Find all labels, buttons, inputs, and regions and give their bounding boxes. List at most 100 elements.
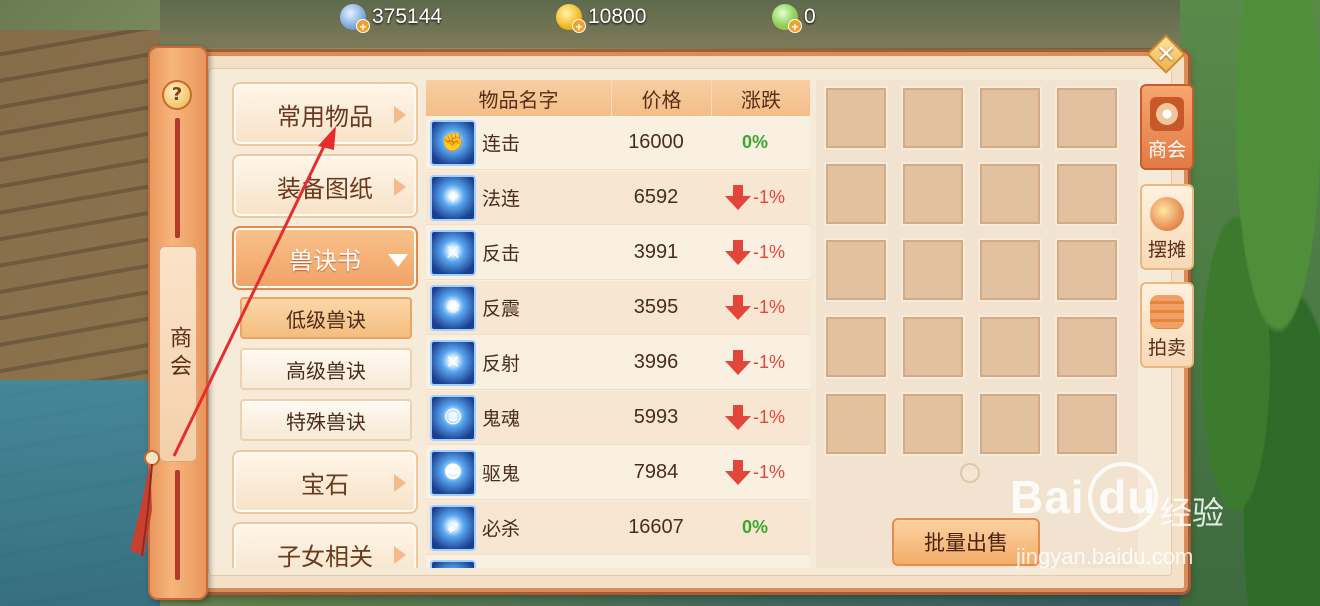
menu-beast-books[interactable]: 兽诀书: [232, 226, 418, 290]
menu-equipment-blueprints[interactable]: 装备图纸: [232, 154, 418, 218]
item-change: -1%: [706, 184, 804, 211]
inventory-slot[interactable]: [978, 315, 1042, 379]
menu-children-label: 子女相关: [277, 542, 373, 569]
table-row[interactable]: ⚔ 反击 3991 -1%: [426, 226, 810, 280]
skill-counter-icon: ⚔: [430, 229, 476, 276]
inventory-slot[interactable]: [824, 162, 888, 226]
item-change: -1%: [706, 404, 804, 431]
inventory-slot[interactable]: [901, 238, 965, 302]
help-button[interactable]: ?: [162, 80, 192, 110]
item-name: 连击: [482, 133, 521, 155]
inventory-slot[interactable]: [824, 315, 888, 379]
change-value: -1%: [752, 242, 785, 262]
tab-auction-label: 拍卖: [1147, 337, 1186, 359]
tab-shop-label: 商会: [1147, 139, 1186, 161]
item-change: -1%: [706, 239, 804, 266]
menu-children[interactable]: 子女相关: [232, 522, 418, 568]
tab-auction[interactable]: 拍卖: [1140, 282, 1194, 368]
coin-stack-icon: [1150, 295, 1184, 329]
scroll-rope: [175, 470, 180, 580]
table-row[interactable]: ➶ 必杀 16607 0%: [426, 501, 810, 555]
currency-gold-value: 10800: [588, 5, 647, 28]
inventory-slot[interactable]: [978, 162, 1042, 226]
skill-shock-icon: ✺: [430, 284, 476, 331]
table-row[interactable]: ✊ 连击 16000 0%: [426, 116, 810, 170]
jade-coin-icon: +: [772, 4, 802, 34]
tab-shop[interactable]: 商会: [1140, 84, 1194, 170]
page-indicator-dot: [960, 463, 980, 483]
change-value: -1%: [752, 352, 785, 372]
item-name: 必杀: [482, 518, 521, 540]
inventory-slot[interactable]: [1055, 238, 1119, 302]
arrow-down-icon: [724, 239, 751, 266]
skill-magic-combo-icon: ✦: [430, 174, 476, 221]
menu-equipment-label: 装备图纸: [277, 174, 373, 203]
menu-common-items[interactable]: 常用物品: [232, 82, 418, 146]
menu-common-label: 常用物品: [277, 102, 373, 131]
table-header: 物品名字 价格 涨跌: [426, 80, 810, 116]
arrow-down-icon: [724, 349, 751, 376]
scroll-rope: [175, 118, 180, 238]
close-icon: ✕: [1155, 40, 1177, 68]
inventory-slot[interactable]: [901, 392, 965, 456]
inventory-slot[interactable]: [824, 392, 888, 456]
item-price: 16607: [628, 516, 684, 538]
inventory-slot[interactable]: [1055, 162, 1119, 226]
inventory-slot[interactable]: [901, 86, 965, 150]
currency-jade-value: 0: [804, 5, 816, 28]
header-price: 价格: [612, 80, 712, 116]
close-button[interactable]: ✕: [1146, 34, 1186, 74]
item-change: 0%: [706, 517, 804, 538]
item-price: 16000: [628, 131, 684, 153]
table-row[interactable]: ✦ 法连 6592 -1%: [426, 171, 810, 225]
baidu-watermark: Bai du 经验 jingyan.baidu.com: [1010, 462, 1260, 582]
tassel-decoration: [130, 450, 160, 557]
inventory-slot[interactable]: [901, 162, 965, 226]
header-item-name: 物品名字: [426, 80, 612, 116]
skill-critical-icon: ➶: [430, 504, 476, 551]
inventory-slot[interactable]: [1055, 86, 1119, 150]
submenu-high-level[interactable]: 高级兽诀: [240, 348, 412, 390]
change-value: 0%: [741, 517, 768, 537]
background-scenery-top: [160, 0, 1180, 48]
watermark-logo: Bai du: [1010, 471, 1157, 523]
table-row[interactable]: [426, 556, 810, 568]
category-menu: 常用物品 装备图纸 兽诀书 低级兽诀 高级兽诀 特殊兽诀 宝石 子女相关: [232, 80, 420, 568]
inventory-slot[interactable]: [901, 315, 965, 379]
add-icon[interactable]: +: [788, 19, 802, 34]
chevron-right-icon: [394, 546, 406, 564]
item-price: 3595: [633, 296, 679, 318]
menu-gems-label: 宝石: [301, 470, 349, 499]
add-icon[interactable]: +: [356, 19, 370, 34]
submenu-special[interactable]: 特殊兽诀: [240, 399, 412, 441]
table-row[interactable]: ☻ 驱鬼 7984 -1%: [426, 446, 810, 500]
inventory-slot[interactable]: [978, 238, 1042, 302]
tab-stall[interactable]: 摆摊: [1140, 184, 1194, 270]
table-row[interactable]: ✺ 反震 3595 -1%: [426, 281, 810, 335]
add-icon[interactable]: +: [572, 19, 586, 34]
inventory-slot[interactable]: [978, 392, 1042, 456]
scroll-title: 商会: [159, 246, 197, 462]
submenu-low-level[interactable]: 低级兽诀: [240, 297, 412, 339]
table-row[interactable]: ✕ 反射 3996 -1%: [426, 336, 810, 390]
item-name: 反射: [482, 353, 521, 375]
inventory-slot[interactable]: [978, 86, 1042, 150]
item-price: 6592: [633, 186, 679, 208]
item-price: 3991: [633, 241, 679, 263]
inventory-slot[interactable]: [1055, 315, 1119, 379]
inventory-slot[interactable]: [1055, 392, 1119, 456]
table-row[interactable]: ☺ 鬼魂 5993 -1%: [426, 391, 810, 445]
currency-silver-value: 375144: [372, 5, 443, 28]
currency-silver[interactable]: + 375144: [340, 3, 443, 34]
menu-gems[interactable]: 宝石: [232, 450, 418, 514]
inventory-slot[interactable]: [824, 86, 888, 150]
currency-gold[interactable]: + 10800: [556, 3, 647, 34]
inventory-slot[interactable]: [824, 238, 888, 302]
silver-coin-icon: +: [340, 4, 370, 34]
chevron-right-icon: [394, 106, 406, 124]
item-change: -1%: [706, 459, 804, 486]
chevron-down-icon: [388, 254, 408, 267]
skill-combo-icon: ✊: [430, 119, 476, 166]
change-value: -1%: [752, 187, 785, 207]
currency-jade[interactable]: + 0: [772, 3, 816, 34]
